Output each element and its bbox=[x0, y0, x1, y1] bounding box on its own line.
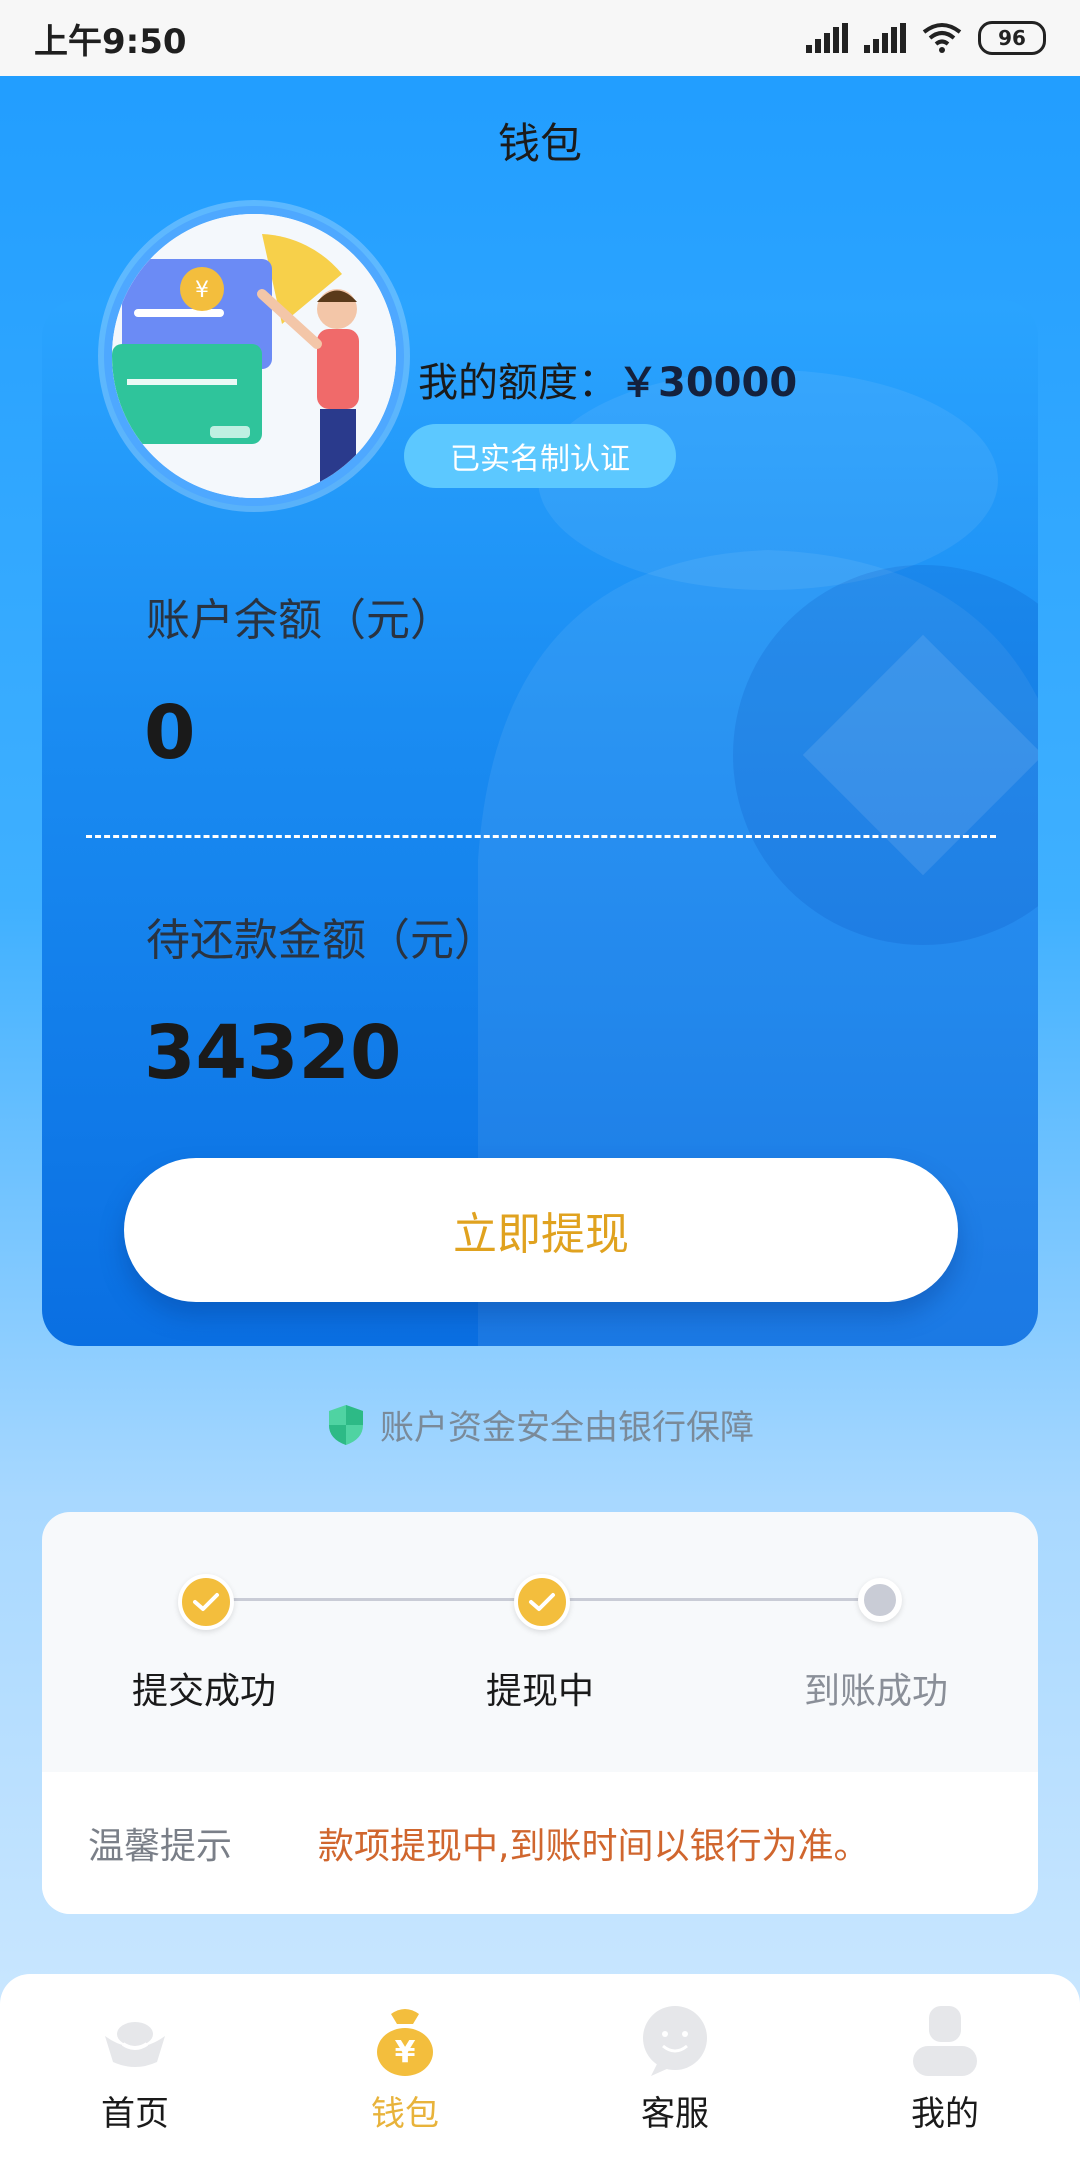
step-label: 提现中 bbox=[485, 1671, 594, 1712]
security-text: 账户资金安全由银行保障 bbox=[380, 1408, 754, 1448]
svg-text:¥: ¥ bbox=[395, 2035, 416, 2070]
tab-profile[interactable]: 我的 bbox=[810, 1974, 1080, 2160]
tab-label: 客服 bbox=[641, 2094, 709, 2134]
tab-home[interactable]: 首页 bbox=[0, 1974, 270, 2160]
battery-level: 96 bbox=[998, 26, 1026, 50]
tip-box: 温馨提示 款项提现中,到账时间以银行为准。 bbox=[42, 1772, 1038, 1914]
tab-label: 首页 bbox=[101, 2094, 169, 2134]
verified-badge: 已实名制认证 bbox=[404, 424, 676, 488]
step-connector-1 bbox=[232, 1598, 530, 1601]
tip-text: 款项提现中,到账时间以银行为准。 bbox=[318, 1826, 870, 1867]
svg-text:¥: ¥ bbox=[195, 278, 209, 303]
bottom-tab-bar: 首页 ¥ 钱包 客服 我的 bbox=[0, 1974, 1080, 2160]
security-note: 账户资金安全由银行保障 bbox=[0, 1400, 1080, 1449]
step-label: 提交成功 bbox=[131, 1671, 276, 1712]
credit-quota: 我的额度：￥30000 bbox=[418, 350, 797, 408]
tab-customer-service[interactable]: 客服 bbox=[540, 1974, 810, 2160]
step-check-icon bbox=[514, 1574, 570, 1630]
quota-value: ￥30000 bbox=[618, 360, 798, 406]
tab-label: 钱包 bbox=[371, 2094, 439, 2134]
signal-icon bbox=[806, 23, 848, 53]
wallet-money-bag-icon: ¥ bbox=[377, 2009, 433, 2076]
repay-label: 待还款金额（元） bbox=[146, 915, 498, 966]
step-pending-dot bbox=[858, 1578, 902, 1622]
repay-value: 34320 bbox=[144, 1010, 402, 1096]
tip-title: 温馨提示 bbox=[88, 1826, 233, 1867]
step-check-icon bbox=[178, 1574, 234, 1630]
status-time: 上午9:50 bbox=[34, 21, 187, 62]
step-connector-2 bbox=[568, 1598, 870, 1601]
customer-service-chat-icon bbox=[643, 2006, 707, 2076]
profile-person-icon bbox=[913, 2006, 977, 2076]
wallet-illustration: ¥ bbox=[104, 206, 404, 506]
status-icons: 96 bbox=[806, 21, 1046, 55]
tab-label: 我的 bbox=[911, 2094, 979, 2134]
signal-icon-2 bbox=[864, 23, 906, 53]
shield-icon bbox=[329, 1404, 363, 1445]
battery-icon: 96 bbox=[978, 21, 1046, 55]
withdraw-progress-card: 提交成功 提现中 到账成功 温馨提示 款项提现中,到账时间以银行为准。 bbox=[42, 1512, 1038, 1914]
quota-label: 我的额度： bbox=[418, 360, 618, 406]
withdraw-button[interactable]: 立即提现 bbox=[124, 1158, 958, 1302]
page-title: 钱包 bbox=[497, 119, 582, 168]
balance-value: 0 bbox=[144, 690, 196, 776]
balance-label: 账户余额（元） bbox=[146, 595, 454, 646]
wifi-icon bbox=[922, 23, 962, 53]
tab-wallet[interactable]: ¥ 钱包 bbox=[270, 1974, 540, 2160]
divider bbox=[86, 835, 996, 838]
step-label: 到账成功 bbox=[803, 1671, 948, 1712]
status-bar: 上午9:50 96 bbox=[0, 0, 1080, 76]
home-ingot-icon bbox=[105, 2022, 165, 2067]
